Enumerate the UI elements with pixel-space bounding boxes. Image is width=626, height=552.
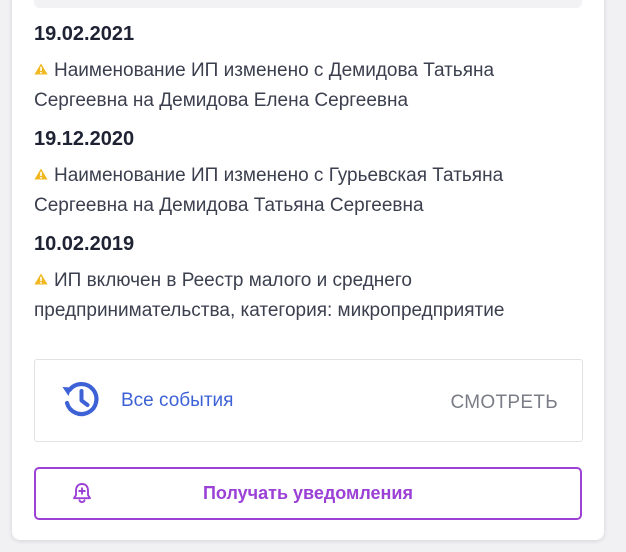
subscribe-notifications-button[interactable]: Получать уведомления bbox=[34, 467, 582, 520]
event-description: ИП включен в Реестр малого и среднего пр… bbox=[34, 265, 594, 326]
event-text-line1: ИП включен в Реестр малого и среднего bbox=[54, 270, 412, 291]
subscribe-notifications-label[interactable]: Получать уведомления bbox=[36, 482, 580, 504]
event-date: 19.12.2020 bbox=[34, 128, 135, 150]
all-events-row[interactable]: Все события СМОТРЕТЬ bbox=[34, 359, 583, 442]
event-date: 10.02.2019 bbox=[34, 233, 135, 255]
previous-block-edge bbox=[34, 0, 582, 8]
event-item: 10.02.2019 ИП включен в Реестр малого и … bbox=[34, 231, 594, 326]
event-text-line1: Наименование ИП изменено с Демидова Тать… bbox=[54, 60, 495, 81]
history-icon bbox=[60, 379, 100, 419]
view-link[interactable]: СМОТРЕТЬ bbox=[450, 392, 558, 414]
event-description: Наименование ИП изменено с Демидова Тать… bbox=[34, 55, 594, 116]
event-text-line2: Сергеевна на Демидова Елена Сергеевна bbox=[34, 90, 409, 111]
event-item: 19.02.2021 Наименование ИП изменено с Де… bbox=[34, 21, 594, 116]
events-card: 19.02.2021 Наименование ИП изменено с Де… bbox=[12, 0, 604, 540]
event-item: 19.12.2020 Наименование ИП изменено с Гу… bbox=[34, 126, 594, 221]
event-date: 19.02.2021 bbox=[34, 23, 135, 45]
event-text-line2: предпринимательства, категория: микропре… bbox=[34, 300, 505, 321]
warning-icon bbox=[34, 55, 48, 85]
warning-icon bbox=[34, 160, 48, 190]
all-events-label[interactable]: Все события bbox=[121, 390, 233, 412]
event-text-line1: Наименование ИП изменено с Гурьевская Та… bbox=[54, 165, 504, 186]
warning-icon bbox=[34, 265, 48, 295]
event-text-line2: Сергеевна на Демидова Татьяна Сергеевна bbox=[34, 195, 424, 216]
event-description: Наименование ИП изменено с Гурьевская Та… bbox=[34, 160, 594, 221]
